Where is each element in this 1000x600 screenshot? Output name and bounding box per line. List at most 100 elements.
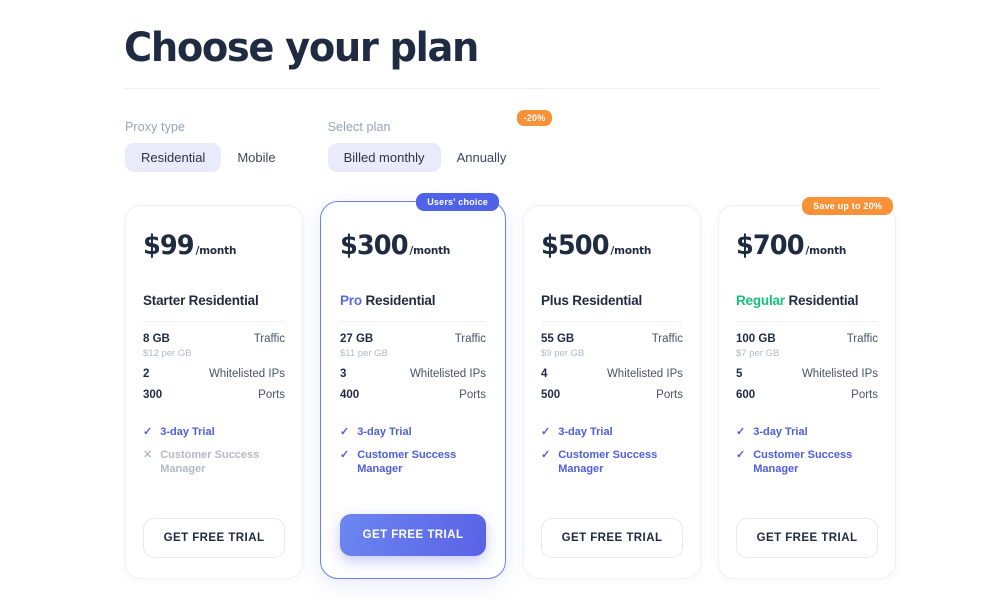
feature-customer-success-manager: ✓ Customer Success Manager — [340, 449, 486, 477]
plan-price-period: /month — [195, 244, 237, 257]
save-up-to-ribbon: Save up to 20% — [802, 197, 893, 215]
spec-label-ports: Ports — [656, 389, 683, 401]
plan-specs: 100 GB Traffic $7 per GB 5 Whitelisted I… — [736, 321, 878, 404]
spec-label-traffic: Traffic — [253, 333, 285, 345]
plan-price-amount: $300 — [340, 230, 409, 261]
feature-label: Customer Success Manager — [558, 448, 658, 475]
filter-group-proxy-type: Proxy type Residential Mobile — [125, 120, 292, 172]
get-free-trial-button[interactable]: GET FREE TRIAL — [143, 518, 285, 558]
feature-customer-success-manager: ✓ Customer Success Manager — [736, 449, 878, 477]
check-icon: ✓ — [736, 448, 746, 461]
filter-label-select-plan: Select plan — [327, 120, 391, 134]
feature-label: Customer Success Manager — [753, 448, 853, 475]
plan-features: ✓ 3-day Trial ✓ Customer Success Manager — [736, 426, 878, 485]
spec-value-whitelisted-ips: 3 — [340, 368, 347, 380]
check-icon: ✓ — [541, 448, 551, 461]
plan-name: Regular Residential — [736, 293, 878, 308]
cross-icon: ✕ — [143, 448, 153, 461]
plan-card-plus[interactable]: $500/month Plus Residential 55 GB Traffi… — [523, 205, 701, 579]
plan-price-period: /month — [610, 244, 652, 257]
spec-row-whitelisted-ips: 2 Whitelisted IPs — [143, 368, 285, 380]
check-icon: ✓ — [340, 426, 350, 438]
spec-row-whitelisted-ips: 4 Whitelisted IPs — [541, 368, 683, 380]
plan-name-text: Residential — [365, 293, 436, 308]
spec-row-whitelisted-ips: 5 Whitelisted IPs — [736, 368, 878, 380]
feature-label: 3-day Trial — [558, 426, 613, 438]
get-free-trial-button[interactable]: GET FREE TRIAL — [736, 518, 878, 558]
feature-label: 3-day Trial — [160, 426, 215, 438]
spec-row-traffic: 27 GB Traffic — [340, 333, 486, 345]
spec-label-whitelisted-ips: Whitelisted IPs — [801, 368, 878, 380]
billing-option-annually[interactable]: Annually — [441, 143, 523, 172]
spec-row-whitelisted-ips: 3 Whitelisted IPs — [340, 368, 486, 380]
spec-value-traffic: 8 GB — [143, 333, 170, 345]
plan-specs: 55 GB Traffic $9 per GB 4 Whitelisted IP… — [541, 321, 683, 404]
annual-discount-badge: -20% — [516, 110, 553, 126]
spec-price-per-gb: $9 per GB — [541, 348, 585, 359]
segmented-control-billing-period: Billed monthly Annually — [327, 143, 523, 172]
proxy-type-option-mobile[interactable]: Mobile — [221, 143, 291, 172]
plan-name: Pro Residential — [340, 293, 486, 308]
feature-trial: ✓ 3-day Trial — [340, 426, 486, 440]
get-free-trial-button[interactable]: GET FREE TRIAL — [541, 518, 683, 558]
spec-label-ports: Ports — [258, 389, 285, 401]
page-title: Choose your plan — [124, 25, 479, 71]
spec-label-whitelisted-ips: Whitelisted IPs — [409, 368, 486, 380]
spec-value-ports: 600 — [736, 389, 756, 401]
plan-price: $500/month — [541, 232, 676, 259]
spec-label-whitelisted-ips: Whitelisted IPs — [208, 368, 285, 380]
spec-row-ports: 400 Ports — [340, 389, 486, 401]
plan-price-period: /month — [805, 244, 847, 257]
check-icon: ✓ — [541, 426, 551, 438]
plan-card-regular[interactable]: Save up to 20% $700/month Regular Reside… — [718, 197, 896, 579]
plan-specs: 8 GB Traffic $12 per GB 2 Whitelisted IP… — [143, 321, 285, 404]
proxy-type-option-residential[interactable]: Residential — [125, 143, 222, 172]
plan-name: Plus Residential — [541, 293, 683, 308]
spec-row-traffic: 100 GB Traffic — [736, 333, 878, 345]
spec-label-whitelisted-ips: Whitelisted IPs — [606, 368, 683, 380]
plan-name: Starter Residential — [143, 293, 285, 308]
spec-value-traffic: 27 GB — [340, 333, 374, 345]
spec-label-traffic: Traffic — [651, 333, 683, 345]
spec-row-traffic: 55 GB Traffic — [541, 333, 683, 345]
spec-value-ports: 500 — [541, 389, 561, 401]
spec-value-traffic: 55 GB — [541, 333, 575, 345]
filter-group-select-plan: Select plan Billed monthly Annually -20% — [327, 110, 553, 172]
plan-card-starter[interactable]: $99/month Starter Residential 8 GB Traff… — [125, 205, 303, 579]
feature-customer-success-manager: ✕ Customer Success Manager — [143, 449, 285, 477]
filter-bar: Proxy type Residential Mobile Select pla… — [125, 110, 553, 172]
spec-label-ports: Ports — [459, 389, 486, 401]
plan-price-period: /month — [409, 244, 451, 257]
plan-features: ✓ 3-day Trial ✕ Customer Success Manager — [143, 426, 285, 485]
plan-price-amount: $99 — [143, 230, 195, 261]
spec-value-whitelisted-ips: 2 — [143, 368, 150, 380]
get-free-trial-button[interactable]: GET FREE TRIAL — [340, 514, 486, 556]
spec-price-per-gb: $7 per GB — [736, 348, 780, 359]
plan-features: ✓ 3-day Trial ✓ Customer Success Manager — [340, 426, 486, 485]
users-choice-ribbon: Users' choice — [416, 193, 499, 211]
spec-label-traffic: Traffic — [846, 333, 878, 345]
feature-trial: ✓ 3-day Trial — [736, 426, 878, 440]
plan-price-amount: $700 — [736, 230, 805, 261]
check-icon: ✓ — [143, 426, 153, 438]
plan-price: $300/month — [340, 232, 479, 259]
segmented-control-proxy-type: Residential Mobile — [125, 143, 292, 172]
spec-row-ports: 500 Ports — [541, 389, 683, 401]
spec-value-ports: 400 — [340, 389, 360, 401]
plan-specs: 27 GB Traffic $11 per GB 3 Whitelisted I… — [340, 321, 486, 404]
plan-card-pro[interactable]: Users' choice $300/month Pro Residential… — [320, 193, 506, 579]
spec-row-traffic: 8 GB Traffic — [143, 333, 285, 345]
plan-name-accent: Pro — [340, 293, 362, 308]
spec-value-whitelisted-ips: 4 — [541, 368, 548, 380]
plan-name-text: Starter Residential — [143, 293, 259, 308]
spec-label-ports: Ports — [851, 389, 878, 401]
billing-option-monthly[interactable]: Billed monthly — [327, 143, 441, 172]
spec-price-per-gb: $12 per GB — [143, 348, 192, 359]
plan-name-accent: Regular — [736, 293, 785, 308]
plan-name-text: Residential — [788, 293, 859, 308]
spec-price-per-gb: $11 per GB — [340, 348, 388, 359]
check-icon: ✓ — [340, 448, 350, 461]
feature-label: 3-day Trial — [753, 426, 808, 438]
spec-value-ports: 300 — [143, 389, 163, 401]
plan-price-amount: $500 — [541, 230, 610, 261]
